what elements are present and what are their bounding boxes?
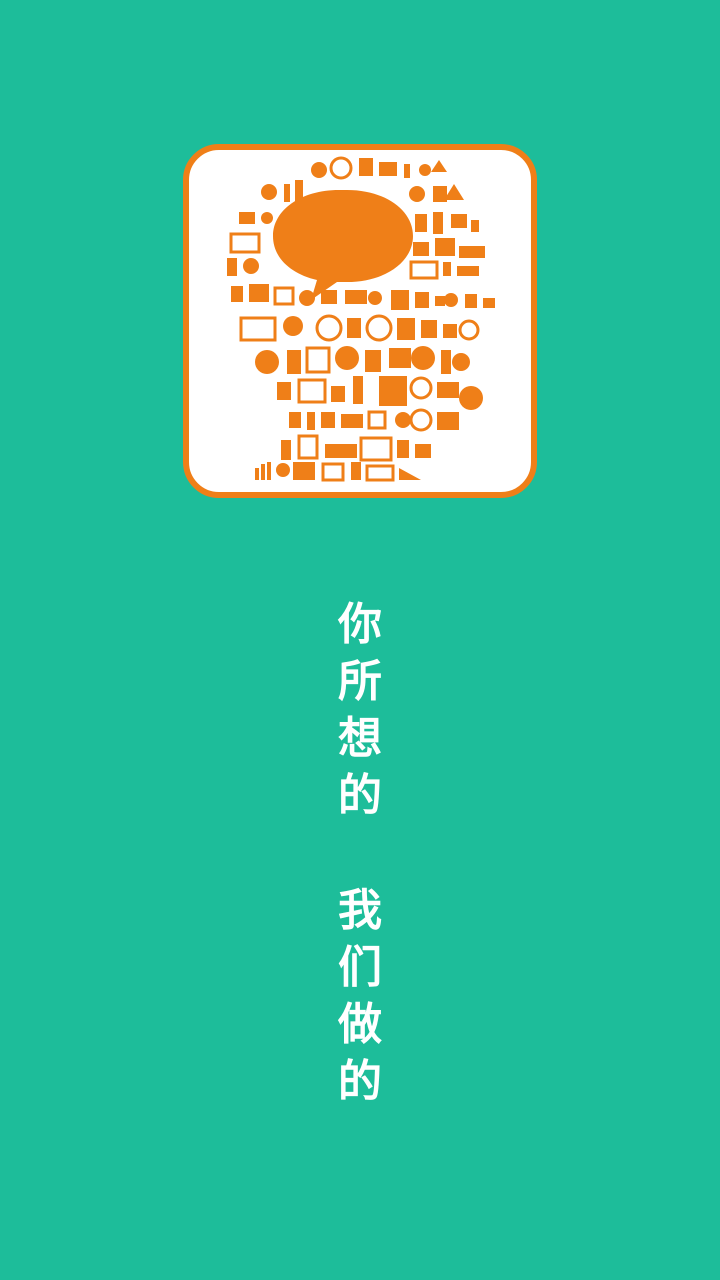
slogan-char: 的 [338, 770, 382, 821]
slogan-char: 的 [338, 1056, 382, 1107]
slogan-char: 所 [338, 656, 382, 707]
slogan-char: 们 [338, 942, 382, 993]
head-with-speech-bubble-icon [227, 156, 495, 482]
slogan-char: 想 [338, 713, 382, 764]
slogan-char: 做 [338, 999, 382, 1050]
slogan-line-2: 我 们 做 的 [0, 882, 720, 1110]
slogan-char: 我 [338, 885, 382, 936]
slogan-char: 你 [338, 599, 382, 650]
app-logo [183, 144, 537, 498]
slogan-line-1: 你 所 想 的 [0, 596, 720, 824]
